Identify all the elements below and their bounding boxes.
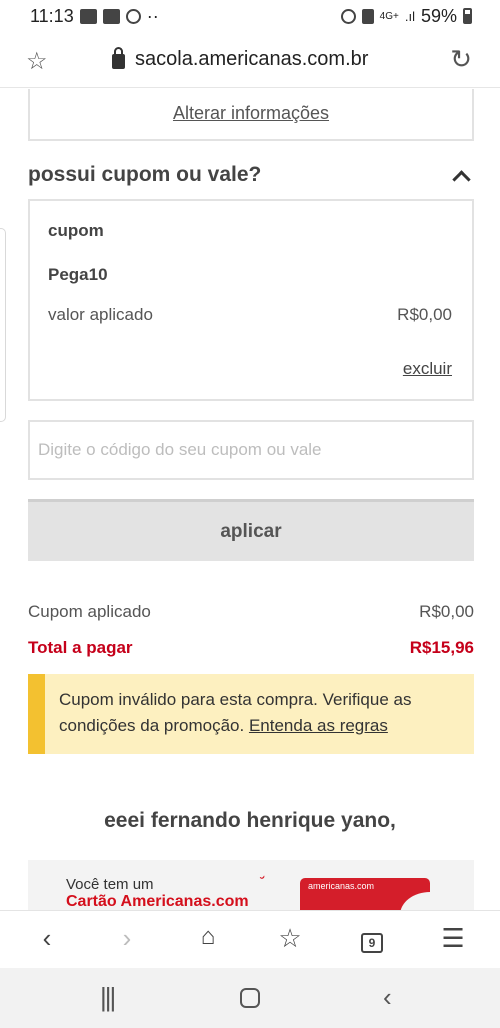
apply-coupon-button[interactable]: aplicar: [28, 499, 474, 561]
reload-icon[interactable]: ↻: [450, 44, 472, 75]
signal-icon: .ıl: [404, 8, 415, 24]
browser-toolbar: ☆ sacola.americanas.com.br ↻: [0, 32, 500, 88]
applied-coupon-card: cupom Pega10 valor aplicado R$0,00 exclu…: [28, 199, 474, 401]
status-more: ··: [146, 5, 159, 26]
total-value: R$15,96: [409, 638, 474, 657]
total-row: Total a pagar R$15,96: [28, 638, 474, 658]
battery-percent: 59%: [420, 5, 457, 26]
bookmarks-icon[interactable]: ☆: [273, 923, 307, 954]
credit-card-image: americanas.com: [300, 878, 460, 910]
coupon-applied-row: Cupom aplicado R$0,00: [28, 602, 474, 622]
browser-bottom-nav: ‹ › ⌂ ☆ 9 ☰: [0, 910, 500, 968]
applied-value: R$0,00: [397, 305, 452, 324]
instagram-icon: [125, 8, 141, 24]
recent-apps-icon[interactable]: |||: [100, 982, 116, 1013]
status-bar: 11:13 ·· 4G+ .ıl 59%: [0, 0, 500, 32]
chevron-up-icon[interactable]: [452, 170, 471, 189]
rules-link[interactable]: Entenda as regras: [249, 716, 388, 735]
card-brand: americanas.com: [308, 881, 375, 891]
url-text: sacola.americanas.com.br: [135, 48, 369, 70]
remove-coupon-link[interactable]: excluir: [403, 359, 452, 379]
address-bar[interactable]: sacola.americanas.com.br: [112, 46, 369, 71]
forward-arrow-icon[interactable]: ›: [110, 923, 144, 954]
system-nav-bar: ||| ‹: [0, 968, 500, 1028]
coupon-section-title: possui cupom ou vale?: [28, 163, 262, 186]
edit-info-link[interactable]: Alterar informações: [173, 103, 329, 124]
coupon-code: Pega10: [48, 265, 108, 284]
tabs-button[interactable]: 9: [355, 923, 389, 954]
back-arrow-icon[interactable]: ‹: [30, 923, 64, 954]
network-type: 4G+: [379, 10, 399, 22]
status-left: 11:13 ··: [30, 6, 159, 27]
applied-value-label: valor aplicado: [48, 305, 153, 324]
status-time: 11:13: [30, 5, 74, 26]
lock-icon: [112, 46, 125, 69]
tab-count: 9: [361, 933, 383, 953]
mail-icon: [79, 8, 97, 24]
promo-line-2: Cartão Americanas.com: [66, 893, 249, 910]
coupon-code-input[interactable]: [28, 420, 474, 480]
page-content: Alterar informações possui cupom ou vale…: [0, 89, 500, 910]
mail-icon: [102, 8, 120, 24]
coupon-applied-value: R$0,00: [419, 602, 474, 621]
home-icon[interactable]: ⌂: [191, 923, 225, 951]
invalid-coupon-alert: Cupom inválido para esta compra. Verifiq…: [28, 674, 474, 754]
battery-icon: [463, 8, 472, 24]
coupon-applied-label: Cupom aplicado: [28, 602, 151, 621]
user-greeting: eeei fernando henrique yano,: [104, 809, 396, 832]
promo-line-1: Você tem um: [66, 876, 154, 893]
mute-icon: [361, 8, 374, 24]
coupon-card-title: cupom: [48, 221, 104, 240]
credit-card-promo-banner[interactable]: Você tem um Cartão Americanas.com ˘ amer…: [28, 860, 474, 910]
system-home-icon[interactable]: [240, 988, 260, 1008]
bookmark-star-icon[interactable]: ☆: [26, 47, 48, 76]
smile-logo-icon: ˘: [259, 873, 270, 892]
status-right: 4G+ .ıl 59%: [340, 5, 472, 27]
menu-icon[interactable]: ☰: [436, 923, 470, 954]
edge-panel-handle[interactable]: [0, 228, 6, 422]
alarm-icon: [340, 8, 356, 24]
total-label: Total a pagar: [28, 638, 133, 657]
address-info-box: Alterar informações: [28, 89, 474, 141]
system-back-icon[interactable]: ‹: [383, 982, 392, 1013]
